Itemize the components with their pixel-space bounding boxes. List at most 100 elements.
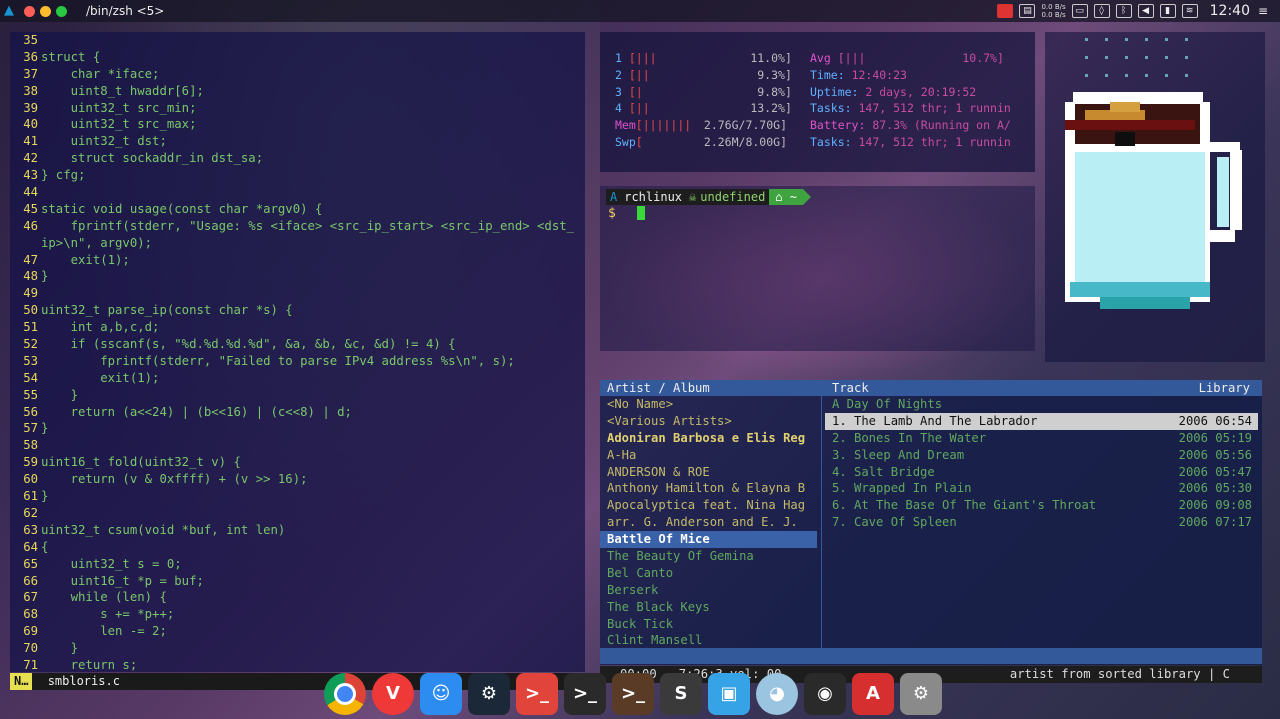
flag-icon[interactable] (997, 4, 1014, 18)
cpu-percent: 13.2%] (750, 101, 792, 116)
track-item[interactable]: 6. At The Base Of The Giant's Throat 2006… (825, 497, 1258, 514)
track-item[interactable]: 4. Salt Bridge 2006 05:47 (825, 464, 1258, 481)
line-number: 37 (23, 66, 38, 81)
artist-item[interactable]: Anthony Hamilton & Elayna B (600, 480, 821, 497)
net-up-speed: 0.0 B/s (1041, 3, 1066, 11)
prompt-arrow (802, 189, 811, 205)
display-icon[interactable]: ▭ (1071, 4, 1088, 18)
artist-item[interactable]: A-Ha (600, 447, 821, 464)
code-text: } cfg; (41, 168, 86, 183)
editor-mode: N… (10, 673, 33, 690)
code-line: 42 struct sockaddr_in dst_sa; (10, 150, 585, 167)
line-number: 42 (23, 151, 38, 166)
maximize-window-button[interactable] (56, 5, 67, 17)
artist-item[interactable]: The Black Keys (600, 599, 821, 616)
code-line: 61} (10, 488, 585, 505)
code-text: struct sockaddr_in dst_sa; (41, 151, 264, 166)
virtualbox-icon[interactable]: ▣ (708, 672, 750, 715)
battery-icon[interactable]: ▮ (1159, 4, 1176, 18)
close-window-button[interactable] (24, 5, 35, 17)
steam-icon[interactable]: ⚙ (468, 672, 510, 715)
artist-item[interactable]: Buck Tick (600, 616, 821, 633)
code-line: 50 uint32_t parse_ip(const char *s) { (10, 302, 585, 319)
track-list[interactable]: A Day Of Nights 1. The Lamb And The Labra… (825, 396, 1258, 531)
artist-item[interactable]: Clint Mansell (600, 632, 821, 649)
code-line: 52 if (sscanf(s, "%d.%d.%d.%d", &a, &b, … (10, 336, 585, 353)
artist-item[interactable]: Adoniran Barbosa e Elis Reg (600, 430, 821, 447)
shell-terminal[interactable]: A rchlinux ☠ undefined ⌂ ~ $ (600, 186, 1035, 351)
artist-item[interactable]: arr. G. Anderson and E. J. (600, 514, 821, 531)
arch-prompt-icon: A (606, 189, 622, 205)
chart-icon[interactable]: ▤ (1019, 4, 1036, 18)
artist-item[interactable]: ANDERSON & ROE (600, 464, 821, 481)
terminal-dark-icon[interactable]: >_ (564, 672, 606, 715)
line-number: 51 (23, 320, 38, 335)
minimize-window-button[interactable] (40, 5, 51, 17)
artist-item[interactable]: <Various Artists> (600, 413, 821, 430)
terminal-red-icon[interactable]: >_ (516, 672, 558, 715)
code-text: } (41, 489, 49, 504)
track-item[interactable]: 2. Bones In The Water 2006 05:19 (825, 430, 1258, 447)
info-label: Battery: (810, 118, 866, 133)
clock[interactable]: 12:40 (1210, 3, 1250, 19)
finder-icon[interactable]: ☺ (420, 672, 462, 715)
code-editor[interactable]: 35 36 struct {37 char *iface; 38 uint8_t hw… (10, 32, 585, 672)
code-line: 59 uint16_t fold(uint32_t v) { (10, 454, 585, 471)
bluetooth-icon[interactable]: ᛒ (1115, 4, 1132, 18)
code-line: 45 static void usage(const char *argv0) { (10, 201, 585, 218)
pdf-icon[interactable]: A (852, 672, 894, 715)
line-number: 47 (23, 252, 38, 267)
line-number: 35 (23, 33, 38, 47)
code-text: uint32_t csum(void *buf, int len) (41, 522, 286, 537)
line-number: 65 (23, 556, 38, 571)
artist-item[interactable]: The Beauty Of Gemina (600, 548, 821, 565)
cmus-player[interactable]: Artist / Album Track Library <No Name> <V… (600, 380, 1262, 665)
code-text: } (41, 641, 79, 656)
line-number: 60 (23, 472, 38, 487)
artist-item[interactable]: Apocalyptica feat. Nina Hag (600, 497, 821, 514)
swp-meter: Swp[2.26M/8.00G] (615, 134, 787, 151)
info-label: Tasks: (810, 135, 852, 149)
net-speed: 0.0 B/s 0.0 B/s (1041, 3, 1065, 19)
artist-item[interactable]: Bel Canto (600, 565, 821, 582)
settings-icon[interactable]: ⚙ (900, 672, 942, 715)
line-number: 67 (23, 590, 38, 605)
code-text: return (a<<24) | (b<<16) | (c<<8) | d; (41, 404, 352, 419)
vivaldi-icon[interactable]: V (372, 672, 414, 715)
track-item[interactable]: 7. Cave Of Spleen 2006 07:17 (825, 514, 1258, 531)
shark-icon[interactable]: ◕ (756, 672, 798, 715)
track-item[interactable]: 3. Sleep And Dream 2006 05:56 (825, 447, 1258, 464)
code-text: ip>\n", argv0); (41, 235, 153, 250)
sublime-icon[interactable]: S (660, 672, 702, 715)
code-line: 43} cfg; (10, 167, 585, 184)
nvidia-icon[interactable]: ◉ (804, 672, 846, 715)
artist-list[interactable]: <No Name> <Various Artists> Adoniran Barbo… (600, 396, 821, 649)
artist-item[interactable]: <No Name> (600, 396, 821, 413)
album-title: A Day Of Nights (832, 397, 943, 411)
chrome-icon[interactable] (324, 672, 366, 715)
track-title: 4. Salt Bridge (832, 464, 935, 479)
shield-icon[interactable]: ◊ (1093, 4, 1110, 18)
menu-icon[interactable]: ≡ (1256, 5, 1270, 17)
track-meta: 2006 09:08 (1178, 498, 1252, 513)
artist-item[interactable]: Battle Of Mice (600, 531, 817, 549)
track-item[interactable]: 5. Wrapped In Plain 2006 05:30 (825, 480, 1258, 497)
code-text: uint32_t src_max; (41, 117, 197, 132)
code-text: uint16_t *p = buf; (41, 573, 204, 588)
htop-panel[interactable]: 1 [||| 11.0%] 2 [|| 9.3%] 3 [| 9.8%] 4 [|| 13.2… (600, 32, 1035, 172)
arch-logo-icon[interactable]: ▲ (4, 4, 16, 17)
track-meta: 2006 05:19 (1178, 430, 1252, 445)
code-text: int a,b,c,d; (41, 320, 160, 335)
volume-icon[interactable]: ◀ (1137, 4, 1154, 18)
code-text: uint8_t hwaddr[6]; (41, 83, 204, 98)
code-text: char *iface; (41, 66, 160, 81)
cpu-id: 3 (615, 84, 622, 99)
cmus-progress-bar (600, 648, 1262, 664)
code-line: 40 uint32_t src_max; (10, 116, 585, 133)
track-title: 5. Wrapped In Plain (832, 481, 972, 496)
wifi-icon[interactable]: ≋ (1181, 4, 1198, 18)
artist-item[interactable]: Berserk (600, 582, 821, 599)
line-number: 53 (23, 353, 38, 368)
track-item[interactable]: 1. The Lamb And The Labrador 2006 06:54 (825, 412, 1258, 430)
hyper-icon[interactable]: >_ (612, 672, 654, 715)
